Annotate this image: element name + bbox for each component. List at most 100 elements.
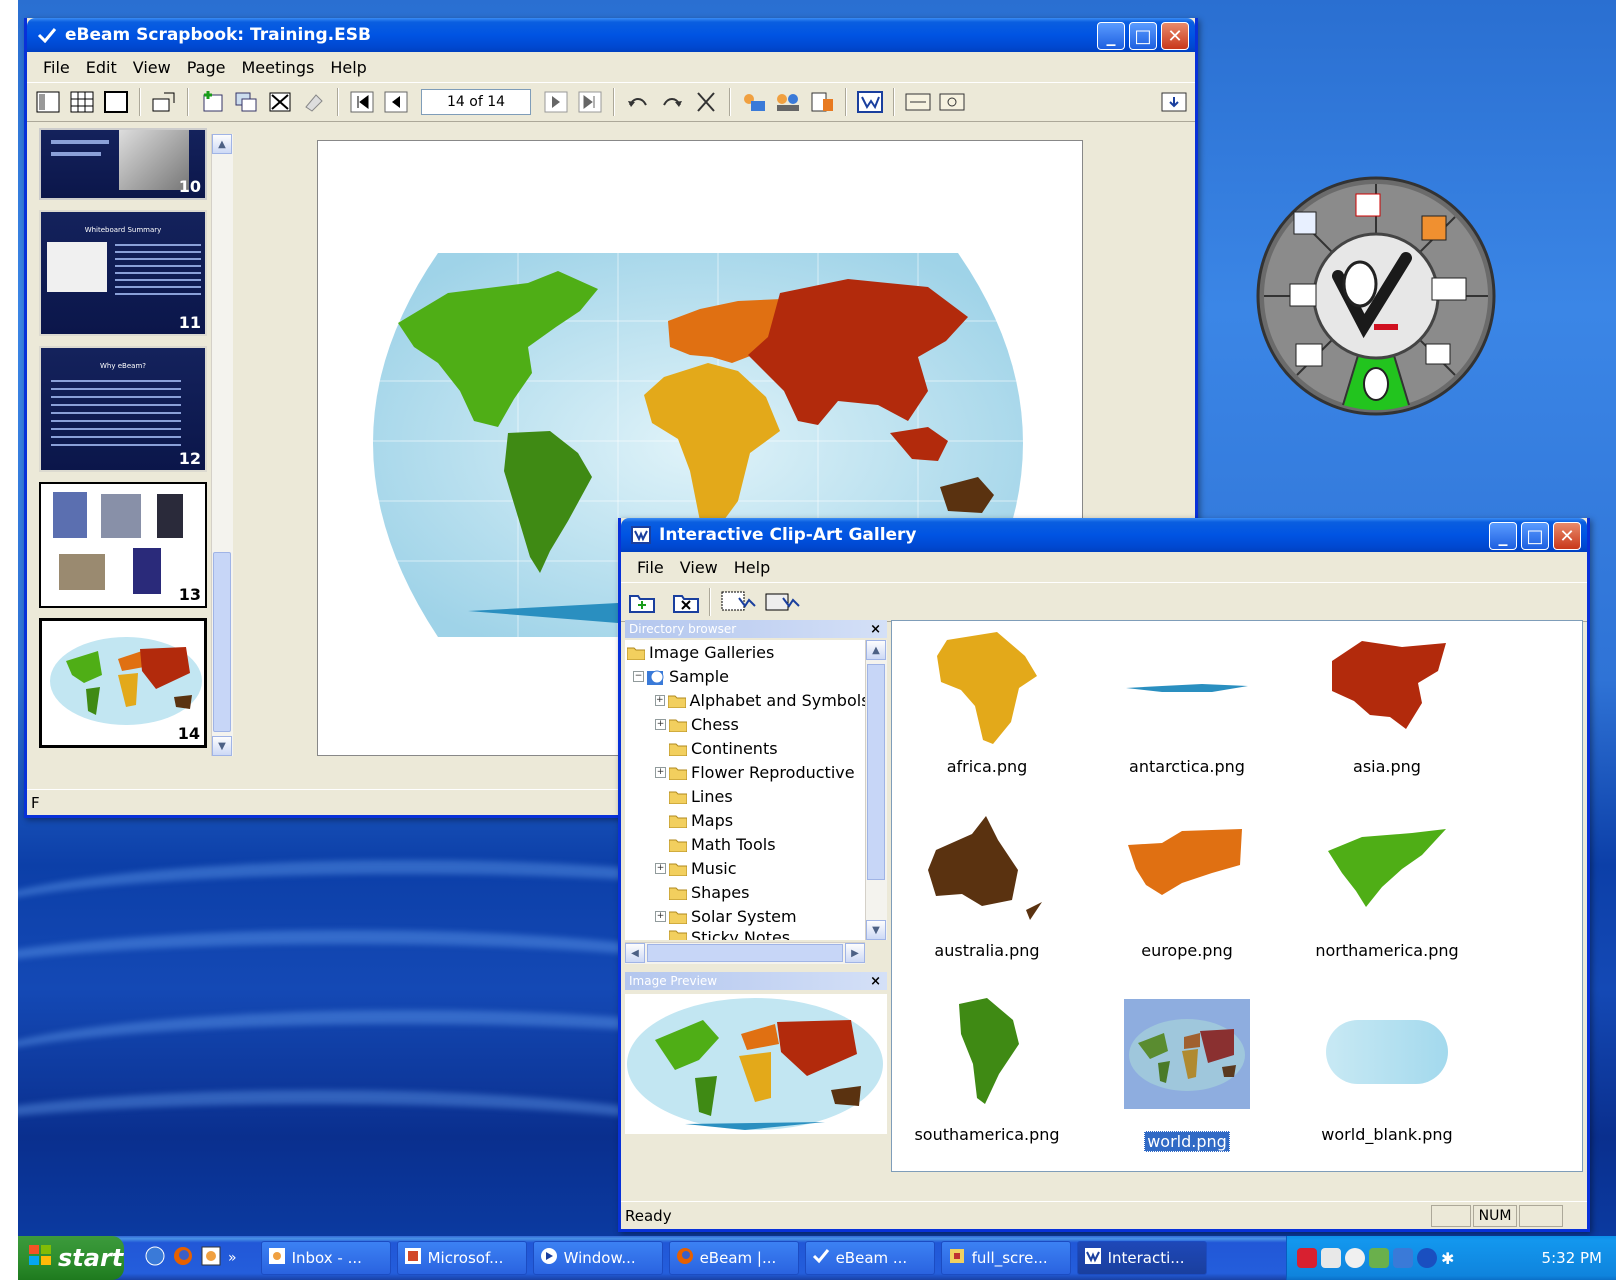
snapshot-icon[interactable]	[937, 87, 967, 117]
gallery-item-northamerica[interactable]: northamerica.png	[1292, 805, 1482, 960]
task-inbox[interactable]: Inbox - ...	[260, 1241, 391, 1275]
start-button[interactable]: start	[18, 1236, 124, 1280]
tray-bluetooth-icon[interactable]: ✱	[1441, 1249, 1454, 1268]
page-view-icon[interactable]	[101, 87, 131, 117]
delete-page-icon[interactable]	[265, 87, 295, 117]
replace-image-icon[interactable]	[763, 587, 803, 617]
quicklaunch-more-icon[interactable]: »	[228, 1250, 237, 1266]
gallery-item-southamerica[interactable]: southamerica.png	[892, 989, 1082, 1144]
menu-help[interactable]: Help	[322, 58, 374, 77]
menu-file[interactable]: File	[35, 58, 78, 77]
tree-vertical-scrollbar[interactable]: ▲ ▼	[865, 640, 887, 940]
menu-edit[interactable]: Edit	[78, 58, 125, 77]
tree-folder-solar-system[interactable]: + Solar System	[625, 904, 865, 928]
scroll-down-button[interactable]: ▼	[212, 736, 232, 756]
share-meeting-icon[interactable]	[739, 87, 769, 117]
insert-image-icon[interactable]	[719, 587, 759, 617]
thumbnail-slide-12[interactable]: Why eBeam? 12	[39, 346, 207, 472]
task-ebeam-firefox[interactable]: eBeam |...	[668, 1241, 799, 1275]
tree-root-image-galleries[interactable]: Image Galleries	[625, 640, 865, 664]
clear-page-icon[interactable]	[299, 87, 329, 117]
menu-view[interactable]: View	[672, 558, 726, 577]
tray-chat-icon[interactable]	[1345, 1248, 1365, 1268]
tree-horizontal-scrollbar[interactable]: ◀ ▶	[625, 942, 865, 964]
tray-red-icon[interactable]	[1297, 1248, 1317, 1268]
tree-folder-lines[interactable]: Lines	[625, 784, 865, 808]
expand-icon[interactable]: +	[655, 910, 666, 922]
add-folder-icon[interactable]	[627, 587, 657, 617]
scroll-thumb[interactable]	[213, 552, 231, 732]
thumbnail-slide-11[interactable]: Whiteboard Summary 11	[39, 210, 207, 336]
expand-icon[interactable]: +	[655, 766, 666, 778]
scroll-right-button[interactable]: ▶	[845, 943, 865, 963]
tree-folder-music[interactable]: + Music	[625, 856, 865, 880]
gallery-item-world-blank[interactable]: world_blank.png	[1292, 989, 1482, 1144]
tree-sample[interactable]: − Sample	[625, 664, 865, 688]
tree-folder-flower[interactable]: + Flower Reproductive	[625, 760, 865, 784]
expand-icon[interactable]: +	[655, 694, 665, 706]
tray-network-icon[interactable]	[1369, 1248, 1389, 1268]
ebeam-tool-wheel[interactable]	[1256, 176, 1496, 416]
redo-icon[interactable]	[657, 87, 687, 117]
task-ebeam[interactable]: eBeam ...	[804, 1241, 935, 1275]
tray-display-icon[interactable]	[1393, 1248, 1413, 1268]
gallery-item-australia[interactable]: australia.png	[892, 805, 1082, 960]
close-button[interactable]: ✕	[1553, 522, 1581, 550]
menu-page[interactable]: Page	[179, 58, 234, 77]
gallery-item-antarctica[interactable]: antarctica.png	[1092, 621, 1282, 776]
previous-page-icon[interactable]	[381, 87, 411, 117]
minimize-button[interactable]: _	[1489, 522, 1517, 550]
task-windows[interactable]: Window...	[532, 1241, 663, 1275]
thumbnail-slide-14[interactable]: 14	[39, 618, 207, 748]
tree-folder-alphabet[interactable]: + Alphabet and Symbols	[625, 688, 865, 712]
gallery-titlebar[interactable]: Interactive Clip-Art Gallery _ □ ✕	[621, 518, 1587, 552]
menu-meetings[interactable]: Meetings	[233, 58, 322, 77]
tree-folder-math-tools[interactable]: Math Tools	[625, 832, 865, 856]
scroll-down-button[interactable]: ▼	[866, 920, 886, 940]
scroll-left-button[interactable]: ◀	[625, 943, 645, 963]
tray-v-icon[interactable]	[1321, 1248, 1341, 1268]
next-page-icon[interactable]	[541, 87, 571, 117]
gallery-item-world[interactable]: world.png	[1092, 989, 1282, 1152]
last-page-icon[interactable]	[575, 87, 605, 117]
clip-art-gallery-icon[interactable]	[855, 87, 885, 117]
firefox-quicklaunch-icon[interactable]	[172, 1245, 194, 1271]
grid-view-icon[interactable]	[67, 87, 97, 117]
thumbnail-scrollbar[interactable]: ▲ ▼	[211, 134, 233, 756]
maximize-button[interactable]: □	[1521, 522, 1549, 550]
gallery-item-asia[interactable]: asia.png	[1292, 621, 1482, 776]
dock-icon[interactable]	[1159, 87, 1189, 117]
menu-file[interactable]: File	[629, 558, 672, 577]
first-page-icon[interactable]	[347, 87, 377, 117]
maximize-button[interactable]: □	[1129, 22, 1157, 50]
collapse-icon[interactable]: −	[633, 670, 644, 682]
minimize-button[interactable]: _	[1097, 22, 1125, 50]
document-icon[interactable]	[807, 87, 837, 117]
tree-folder-shapes[interactable]: Shapes	[625, 880, 865, 904]
new-page-icon[interactable]	[197, 87, 227, 117]
expand-icon[interactable]: +	[655, 718, 666, 730]
tray-audio-icon[interactable]	[1417, 1248, 1437, 1268]
thumbnail-view-icon[interactable]	[33, 87, 63, 117]
task-interactive[interactable]: Interacti...	[1076, 1241, 1207, 1275]
delete-icon[interactable]	[691, 87, 721, 117]
tree-folder-continents[interactable]: Continents	[625, 736, 865, 760]
task-microsoft[interactable]: Microsof...	[396, 1241, 527, 1275]
scroll-thumb[interactable]	[867, 664, 885, 880]
resize-page-icon[interactable]	[149, 87, 179, 117]
remove-folder-icon[interactable]	[671, 587, 701, 617]
task-full-screen[interactable]: full_scre...	[940, 1241, 1071, 1275]
capture-region-icon[interactable]	[903, 87, 933, 117]
thumbnail-slide-10[interactable]: 10	[39, 128, 207, 200]
tree-folder-chess[interactable]: + Chess	[625, 712, 865, 736]
tree-folder-maps[interactable]: Maps	[625, 808, 865, 832]
duplicate-page-icon[interactable]	[231, 87, 261, 117]
gallery-item-africa[interactable]: africa.png	[892, 621, 1082, 776]
gallery-item-europe[interactable]: europe.png	[1092, 805, 1282, 960]
scroll-up-button[interactable]: ▲	[866, 640, 886, 660]
scroll-up-button[interactable]: ▲	[212, 134, 232, 154]
scrapbook-titlebar[interactable]: eBeam Scrapbook: Training.ESB _ □ ✕	[27, 18, 1195, 52]
menu-help[interactable]: Help	[726, 558, 778, 577]
tree-folder-sticky-notes[interactable]: Sticky Notes	[625, 928, 865, 940]
page-indicator-field[interactable]: 14 of 14	[421, 89, 531, 115]
